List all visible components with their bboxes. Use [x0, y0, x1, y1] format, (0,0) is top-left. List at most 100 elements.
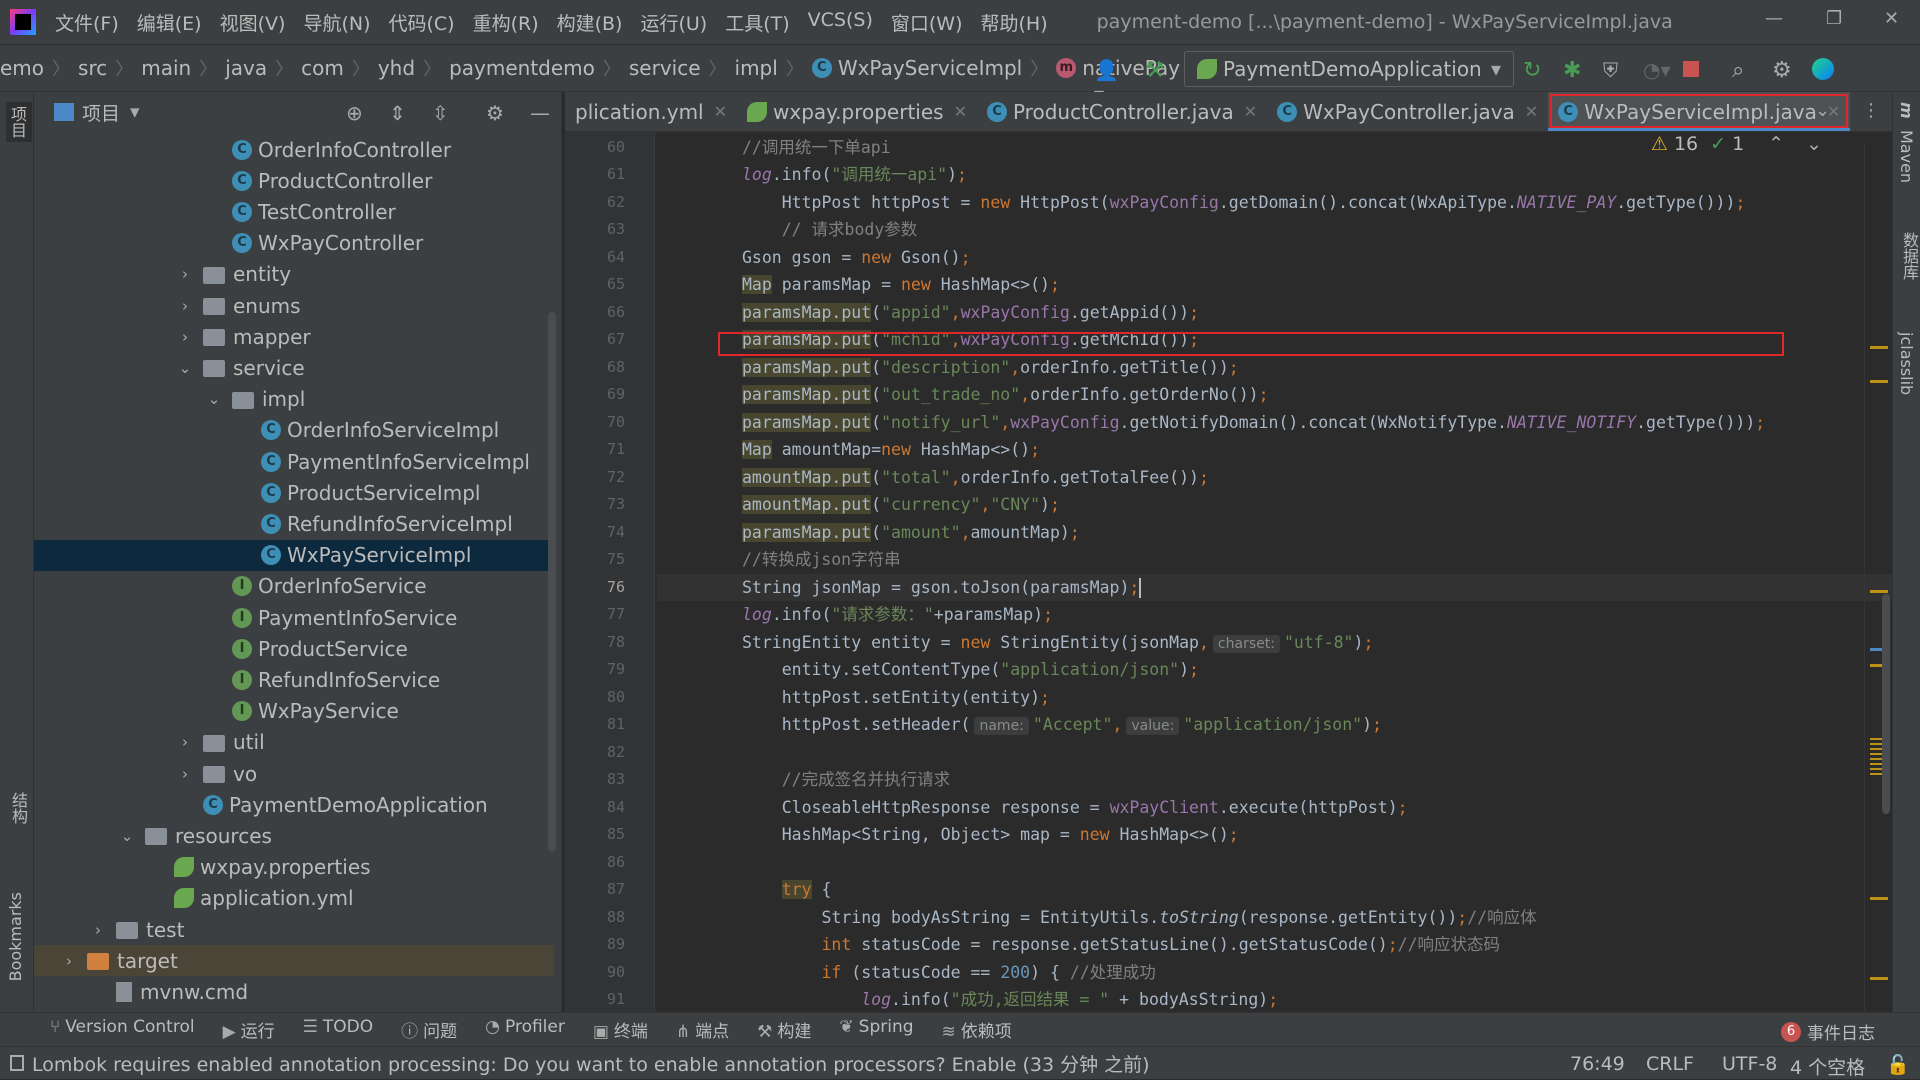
tool-window-button[interactable]: ⚒ 构建: [757, 1017, 811, 1042]
code-line[interactable]: if (statusCode == 200) { //处理成功: [657, 959, 1892, 987]
menu-item[interactable]: 工具(T): [716, 9, 798, 36]
tool-window-button[interactable]: ☰ TODO: [303, 1017, 374, 1042]
stripe-maven[interactable]: Maven: [1897, 130, 1916, 183]
breadcrumb-item[interactable]: paymentdemo 〉: [449, 55, 629, 81]
code-line[interactable]: paramsMap.put("out_trade_no",orderInfo.g…: [657, 381, 1892, 409]
indent-setting[interactable]: 4 个空格: [1790, 1053, 1865, 1080]
chevron-right-icon[interactable]: ›: [175, 265, 195, 283]
code-line[interactable]: log.info("调用统一api");: [657, 161, 1892, 189]
close-tab-icon[interactable]: ✕: [1244, 102, 1257, 121]
chevron-right-icon[interactable]: ›: [175, 733, 195, 751]
tree-item[interactable]: C OrderInfoController: [34, 134, 554, 165]
breadcrumb-item[interactable]: emo 〉: [0, 55, 78, 81]
code-line[interactable]: log.info("请求参数："+paramsMap);: [657, 601, 1892, 629]
code-line[interactable]: entity.setContentType("application/json"…: [657, 656, 1892, 684]
restore-button[interactable]: ❐: [1826, 8, 1842, 29]
chevron-right-icon[interactable]: ›: [59, 952, 79, 970]
code-line[interactable]: try {: [657, 876, 1892, 904]
tree-item[interactable]: I OrderInfoService: [34, 571, 554, 602]
project-scrollbar[interactable]: [548, 312, 556, 852]
tree-item[interactable]: C WxPayServiceImpl: [34, 539, 554, 571]
stripe-project[interactable]: 项目: [6, 102, 32, 142]
chevron-right-icon[interactable]: ›: [88, 921, 108, 939]
stripe-jclasslib[interactable]: jclasslib: [1897, 332, 1916, 395]
more-icon[interactable]: ⋮: [1862, 100, 1880, 121]
lock-icon[interactable]: 🔓: [1886, 1053, 1910, 1076]
breadcrumb-item[interactable]: impl 〉: [735, 55, 812, 81]
breadcrumb-item[interactable]: service 〉: [629, 55, 735, 81]
tree-item[interactable]: › mapper: [34, 321, 554, 352]
tool-window-button[interactable]: ⑂ Version Control: [50, 1017, 195, 1042]
chevron-down-icon[interactable]: ▾: [130, 101, 140, 123]
tree-item[interactable]: › vo: [34, 758, 554, 789]
stripe-bookmarks[interactable]: Bookmarks: [6, 892, 25, 981]
editor-tab[interactable]: C ProductController.java ✕: [977, 92, 1267, 131]
tree-item[interactable]: I RefundInfoService: [34, 664, 554, 695]
minimize-button[interactable]: —: [1765, 8, 1783, 29]
code-line[interactable]: amountMap.put("total",orderInfo.getTotal…: [657, 464, 1892, 492]
code-editor[interactable]: 60 61 62 63 64 65 66 67 68 69 70 71 72 73 74 75 76 77 78 79…: [565, 132, 1892, 1012]
run-configuration-select[interactable]: PaymentDemoApplication ▾: [1184, 51, 1514, 87]
close-tab-icon[interactable]: ✕: [1525, 102, 1538, 121]
caret-position[interactable]: 76:49: [1570, 1053, 1625, 1075]
tree-item[interactable]: C WxPayController: [34, 228, 554, 259]
editor-tab[interactable]: C WxPayController.java ✕: [1267, 92, 1548, 131]
coverage-icon[interactable]: ⛨: [1603, 58, 1625, 82]
tree-item[interactable]: wxpay.properties: [34, 852, 554, 883]
chevron-right-icon[interactable]: ›: [175, 765, 195, 783]
tool-window-button[interactable]: ◔ Profiler: [485, 1017, 565, 1042]
code-line[interactable]: log.info("成功,返回结果 = " + bodyAsString);: [657, 986, 1892, 1012]
breadcrumb-item[interactable]: main 〉: [141, 55, 225, 81]
tool-window-button[interactable]: ▶ 运行: [223, 1017, 275, 1042]
chevron-right-icon[interactable]: ›: [175, 328, 195, 346]
menu-item[interactable]: 导航(N): [294, 9, 379, 36]
tree-item[interactable]: ⌄ service: [34, 352, 554, 383]
chevron-down-icon[interactable]: ⌄: [117, 827, 137, 845]
code-line[interactable]: StringEntity entity = new StringEntity(j…: [657, 629, 1892, 657]
locate-icon[interactable]: ⊕: [346, 101, 363, 125]
breadcrumb-class[interactable]: C WxPayServiceImpl 〉: [811, 55, 1056, 81]
stripe-database[interactable]: 数据库: [1897, 232, 1920, 280]
collapse-all-icon[interactable]: ⇳: [432, 101, 449, 125]
tree-item[interactable]: › util: [34, 727, 554, 758]
user-icon[interactable]: 👤▾: [1094, 58, 1119, 106]
editor-scrollbar[interactable]: [1864, 142, 1892, 1012]
status-message[interactable]: Lombok requires enabled annotation proce…: [32, 1050, 1150, 1077]
menu-item[interactable]: VCS(S): [799, 9, 882, 36]
code-line[interactable]: httpPost.setHeader(name: "Accept", value: "…: [657, 711, 1892, 739]
gear-icon[interactable]: ⚙: [1772, 58, 1794, 83]
tool-window-button[interactable]: ⓘ 问题: [401, 1017, 457, 1042]
code-line[interactable]: paramsMap.put("description",orderInfo.ge…: [657, 354, 1892, 382]
code-line[interactable]: HttpPost httpPost = new HttpPost(wxPayCo…: [657, 189, 1892, 217]
debug-icon[interactable]: ✱: [1563, 58, 1585, 83]
menu-item[interactable]: 视图(V): [211, 9, 295, 36]
tree-item[interactable]: ⌄ resources: [34, 820, 554, 851]
project-view-select[interactable]: 项目: [82, 99, 120, 126]
gear-icon[interactable]: ⚙: [486, 101, 504, 125]
event-log-button[interactable]: 6 事件日志: [1781, 1019, 1875, 1044]
code-line[interactable]: paramsMap.put("notify_url",wxPayConfig.g…: [657, 409, 1892, 437]
chevron-right-icon[interactable]: ›: [175, 297, 195, 315]
code-line[interactable]: CloseableHttpResponse response = wxPayCl…: [657, 794, 1892, 822]
previous-highlight-icon[interactable]: ⌃: [1768, 133, 1784, 155]
hide-icon[interactable]: —: [530, 101, 550, 125]
code-line[interactable]: httpPost.setEntity(entity);: [657, 684, 1892, 712]
code-line[interactable]: //转换成json字符串: [657, 546, 1892, 574]
code-line[interactable]: //完成签名并执行请求: [657, 766, 1892, 794]
file-encoding[interactable]: UTF-8: [1722, 1053, 1777, 1075]
search-icon[interactable]: ⌕: [1732, 58, 1754, 83]
editor-tab[interactable]: C WxPayServiceImpl.java ✕: [1548, 92, 1851, 131]
menu-item[interactable]: 代码(C): [379, 9, 463, 36]
code-line[interactable]: String jsonMap = gson.toJson(paramsMap);: [657, 573, 1892, 601]
code-line[interactable]: Map paramsMap = new HashMap<>();: [657, 271, 1892, 299]
menu-item[interactable]: 编辑(E): [128, 9, 211, 36]
tool-window-button[interactable]: ▣ 终端: [593, 1017, 648, 1042]
tree-item[interactable]: › target: [34, 945, 554, 977]
breadcrumb-item[interactable]: src 〉: [78, 55, 141, 81]
close-button[interactable]: ✕: [1884, 8, 1899, 29]
code-line[interactable]: HashMap<String, Object> map = new HashMa…: [657, 821, 1892, 849]
menu-item[interactable]: 文件(F): [46, 9, 128, 36]
code-line[interactable]: Map amountMap=new HashMap<>();: [657, 436, 1892, 464]
tree-item[interactable]: C TestController: [34, 196, 554, 227]
tree-item[interactable]: C OrderInfoServiceImpl: [34, 415, 554, 446]
